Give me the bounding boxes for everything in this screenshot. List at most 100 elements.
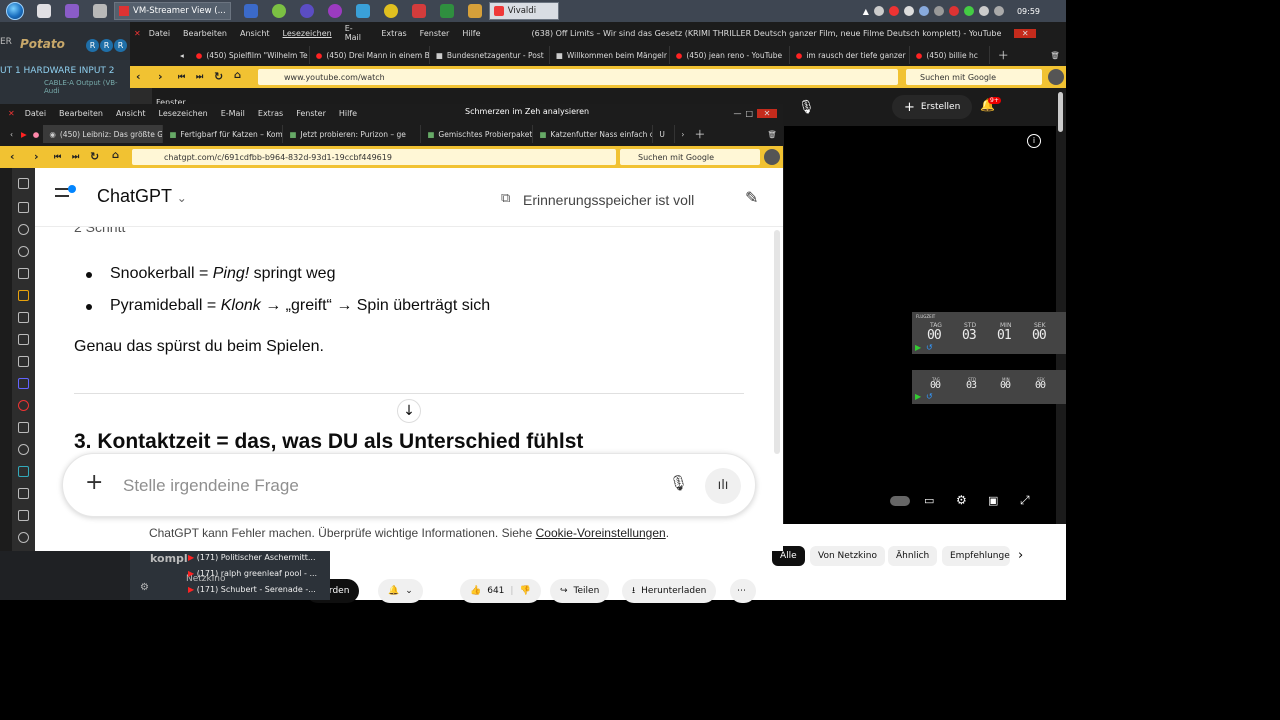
subtitles-icon[interactable]: ▭: [924, 494, 934, 507]
profile-avatar[interactable]: [764, 149, 780, 165]
window-icon[interactable]: [243, 4, 258, 18]
memory-notice[interactable]: Erinnerungsspeicher ist voll: [523, 192, 694, 208]
playlist-item[interactable]: ▶ (171) Politischer Aschermitt...: [188, 550, 317, 566]
tab[interactable]: ● (450) billie hc: [910, 46, 990, 64]
more-actions-button[interactable]: ⋯: [730, 579, 756, 603]
menu-fenster[interactable]: Fenster: [296, 109, 326, 118]
menu-bearbeiten[interactable]: Bearbeiten: [183, 29, 227, 38]
vivaldi-menu-icon[interactable]: ✕: [8, 109, 15, 118]
menu-datei[interactable]: Datei: [25, 109, 46, 118]
home-icon[interactable]: ⌂: [112, 150, 119, 161]
microphone-icon[interactable]: 🎙: [798, 100, 815, 115]
tab[interactable]: ■ Jetzt probieren: Purizon – ge: [283, 125, 422, 143]
menu-lesezeichen[interactable]: Lesezeichen: [283, 29, 332, 38]
play-icon[interactable]: ▶: [915, 392, 921, 401]
tray-green-icon[interactable]: [963, 6, 974, 16]
green-app-icon[interactable]: [271, 4, 286, 18]
tray-red-icon[interactable]: [888, 6, 899, 16]
share-button[interactable]: ↪ Teilen: [550, 579, 610, 603]
tab[interactable]: ● im rausch der tiefe ganzer: [790, 46, 910, 64]
menu-hilfe[interactable]: Hilfe: [339, 109, 357, 118]
add-attachment-icon[interactable]: +: [85, 470, 103, 495]
tab[interactable]: ■ Katzenfutter Nass einfach or: [533, 125, 654, 143]
menu-extras[interactable]: Extras: [381, 29, 406, 38]
taskbar-task-vivaldi[interactable]: Vivaldi: [488, 2, 559, 20]
messenger-icon[interactable]: [18, 466, 29, 477]
start-button[interactable]: [0, 0, 30, 22]
taskbar-task-voicemeeter[interactable]: VM-Streamer View (...: [114, 2, 231, 20]
scroll-down-icon[interactable]: ↓: [397, 399, 421, 423]
tab[interactable]: ■ Fertigbarf für Katzen – Komp: [163, 125, 284, 143]
fullscreen-icon[interactable]: ⤢: [1020, 493, 1030, 508]
minimize-icon[interactable]: —: [733, 109, 741, 118]
vivaldi-panel-icon[interactable]: [18, 400, 29, 411]
dictate-icon[interactable]: 🎙: [669, 474, 688, 492]
edit-panel-icon[interactable]: [18, 510, 29, 521]
menu-lesezeichen[interactable]: Lesezeichen: [159, 109, 208, 118]
settings-icon[interactable]: ⚙: [956, 493, 967, 507]
back-icon[interactable]: ‹: [10, 150, 15, 163]
explorer-icon[interactable]: [37, 4, 51, 18]
url-field[interactable]: www.youtube.com/watch: [258, 69, 898, 85]
tray-red2-icon[interactable]: [948, 6, 959, 16]
hardware-input-device[interactable]: CABLE-A Output (VB-Audi: [44, 79, 130, 95]
playlist-item[interactable]: ▶ (171) Schubert - Serenade -...: [188, 582, 317, 598]
green-doc-icon[interactable]: [439, 4, 454, 18]
tab[interactable]: U: [653, 125, 676, 143]
menu-ansicht[interactable]: Ansicht: [116, 109, 146, 118]
notes-icon[interactable]: [18, 268, 29, 279]
home-icon[interactable]: ⌂: [234, 70, 241, 81]
rewind-icon[interactable]: ⏮: [54, 152, 61, 162]
miniplayer-icon[interactable]: ▣: [988, 494, 998, 507]
gear-icon[interactable]: ⚙: [140, 582, 149, 593]
volume-icon[interactable]: [873, 6, 884, 16]
notify-bell-button[interactable]: 🔔 ⌄: [378, 579, 423, 603]
model-selector[interactable]: ChatGPT ⌄: [97, 186, 187, 207]
network-icon[interactable]: [978, 6, 989, 16]
menu-ansicht[interactable]: Ansicht: [240, 29, 270, 38]
like-button[interactable]: 👍 641 | 👎: [460, 579, 541, 603]
new-chat-icon[interactable]: ✎: [745, 188, 758, 207]
fastforward-icon[interactable]: ⏭: [72, 152, 79, 162]
tab[interactable]: ■ Bundesnetzagentur - Post: [430, 46, 550, 64]
url-field[interactable]: chatgpt.com/c/691cdfbb-b964-832d-93d1-19…: [132, 149, 616, 165]
back-icon[interactable]: ‹: [136, 70, 141, 83]
purple-app-icon[interactable]: [299, 4, 314, 18]
autoplay-toggle[interactable]: [890, 496, 910, 506]
mail-icon[interactable]: [18, 290, 29, 301]
close-window-icon[interactable]: ✕: [757, 108, 777, 118]
document-icon[interactable]: [18, 488, 29, 499]
download-button[interactable]: ⭳ Herunterladen: [622, 579, 717, 603]
new-tab-icon[interactable]: ＋: [694, 126, 705, 142]
tray-white-icon[interactable]: [903, 6, 914, 16]
forward-icon[interactable]: ›: [34, 150, 39, 163]
media-app-icon[interactable]: [327, 4, 342, 18]
tab[interactable]: ■ Willkommen beim Mängelr: [550, 46, 670, 64]
app-icon[interactable]: [65, 4, 79, 18]
reset-icon[interactable]: ↺: [926, 343, 933, 352]
page-scrollbar[interactable]: [1058, 92, 1063, 132]
forward-icon[interactable]: ›: [158, 70, 163, 83]
tool-icon[interactable]: [93, 4, 107, 18]
translate-icon[interactable]: [18, 312, 29, 323]
voice-mode-icon[interactable]: ılı: [705, 468, 741, 504]
youtube-tab-icon[interactable]: ▶: [21, 130, 27, 139]
menu-fenster[interactable]: Fenster: [420, 29, 450, 38]
new-tab-icon[interactable]: ＋: [998, 47, 1009, 63]
composer[interactable]: + Stelle irgendeine Frage 🎙 ılı: [62, 453, 756, 517]
tab-scroll-right-icon[interactable]: ›: [681, 130, 684, 139]
steam-icon[interactable]: [918, 6, 929, 16]
tab-stack-icon[interactable]: ◂: [180, 51, 184, 60]
tray-flag-icon[interactable]: [993, 6, 1004, 16]
wiki-icon[interactable]: [18, 422, 29, 433]
vpn-icon[interactable]: [355, 4, 370, 18]
cookie-settings-link[interactable]: Cookie-Voreinstellungen: [536, 526, 666, 540]
menu-bearbeiten[interactable]: Bearbeiten: [59, 109, 103, 118]
reload-icon[interactable]: ↻: [214, 70, 223, 83]
menu-email[interactable]: E-Mail: [221, 109, 245, 118]
tray-gray-icon[interactable]: [933, 6, 944, 16]
search-field[interactable]: Suchen mit Google: [620, 149, 760, 165]
create-button[interactable]: + Erstellen: [892, 95, 973, 119]
chip-empfehlungen[interactable]: Empfehlunge: [942, 546, 1010, 566]
folder-icon[interactable]: [467, 4, 482, 18]
